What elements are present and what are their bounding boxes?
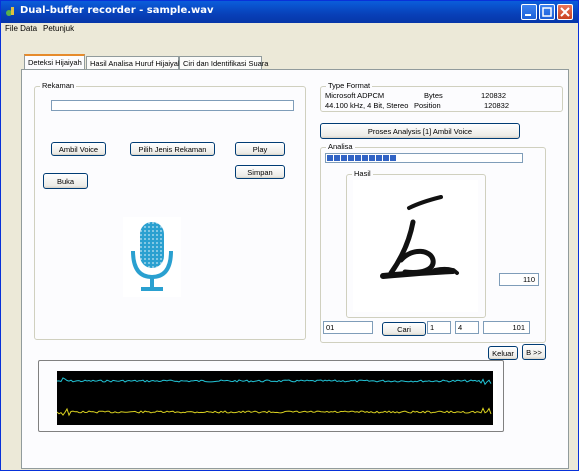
tab-hasil-analisa[interactable]: Hasil Analisa Huruf Hijaiyah xyxy=(86,56,182,69)
progress-block xyxy=(348,155,354,161)
cari-button[interactable]: Cari xyxy=(382,322,426,336)
proses-analysis-button[interactable]: Proses Analysis [1] Ambil Voice xyxy=(320,123,520,139)
progress-block xyxy=(376,155,382,161)
search-field-2[interactable]: 1 xyxy=(427,321,451,334)
progress-fill xyxy=(327,155,521,161)
format-codec: Microsoft ADPCM xyxy=(325,91,385,100)
microphone-icon xyxy=(131,222,173,291)
analisa-progress-bar xyxy=(325,153,523,163)
app-icon xyxy=(6,7,14,16)
pilih-jenis-rekaman-button[interactable]: Pilih Jenis Rekaman xyxy=(130,142,215,156)
progress-block xyxy=(390,155,396,161)
progress-block xyxy=(327,155,333,161)
close-icon xyxy=(560,7,570,17)
title-bar[interactable]: Dual-buffer recorder - sample.wav xyxy=(1,1,578,23)
hasil-image xyxy=(353,180,478,312)
progress-block xyxy=(362,155,368,161)
play-button[interactable]: Play xyxy=(235,142,285,156)
analisa-label: Analisa xyxy=(326,142,355,151)
type-format-label: Type Format xyxy=(326,81,373,90)
tab-deteksi-hijaiyah[interactable]: Deteksi Hijaiyah xyxy=(24,54,85,70)
maximize-button[interactable] xyxy=(539,4,555,20)
tab-panel: Rekaman Ambil Voice Pilih Jenis Rekaman … xyxy=(21,69,569,469)
bytes-label: Bytes xyxy=(424,91,443,100)
microphone-image xyxy=(123,217,181,297)
waveform-frame xyxy=(38,360,504,432)
ambil-voice-button[interactable]: Ambil Voice xyxy=(51,142,106,156)
menu-petunjuk[interactable]: Petunjuk xyxy=(43,24,74,33)
progress-block xyxy=(334,155,340,161)
minimize-button[interactable] xyxy=(521,4,537,20)
close-button[interactable] xyxy=(557,4,573,20)
window-title: Dual-buffer recorder - sample.wav xyxy=(20,5,214,16)
menu-bar: File Data Petunjuk xyxy=(1,23,578,36)
analisa-group: Analisa Hasil 110 xyxy=(320,142,546,343)
next-button[interactable]: B >> xyxy=(522,344,546,360)
search-field-1[interactable]: 01 xyxy=(323,321,373,334)
progress-block xyxy=(383,155,389,161)
search-field-4[interactable]: 101 xyxy=(483,321,530,334)
client-area: Deteksi Hijaiyah Hasil Analisa Huruf Hij… xyxy=(1,36,578,470)
position-label: Position xyxy=(414,101,441,110)
maximize-icon xyxy=(542,7,552,17)
format-rate: 44.100 kHz, 4 Bit, Stereo xyxy=(325,101,409,110)
keluar-button[interactable]: Keluar xyxy=(488,346,518,360)
tab-ciri-identifikasi[interactable]: Ciri dan Identifikasi Suara xyxy=(179,56,268,69)
simpan-button[interactable]: Simpan xyxy=(235,165,285,179)
progress-block xyxy=(369,155,375,161)
rekaman-field[interactable] xyxy=(51,100,294,111)
app-window: Dual-buffer recorder - sample.wav File D… xyxy=(0,0,579,471)
position-value: 120832 xyxy=(484,101,510,110)
waveform-display[interactable] xyxy=(57,371,497,425)
hasil-label: Hasil xyxy=(352,169,373,178)
arabic-letter-zha xyxy=(380,195,459,279)
rekaman-label: Rekaman xyxy=(40,81,77,90)
search-field-3[interactable]: 4 xyxy=(455,321,479,334)
menu-file-data[interactable]: File Data xyxy=(5,24,37,33)
minimize-icon xyxy=(525,14,531,16)
type-format-group: Type Format Microsoft ADPCM Bytes 120832… xyxy=(320,81,563,112)
bytes-value: 120832 xyxy=(481,91,507,100)
progress-block xyxy=(341,155,347,161)
hasil-group: Hasil xyxy=(346,169,486,318)
hasil-value-field[interactable]: 110 xyxy=(499,273,539,286)
progress-block xyxy=(355,155,361,161)
buka-button[interactable]: Buka xyxy=(43,173,88,189)
rekaman-group: Rekaman Ambil Voice Pilih Jenis Rekaman … xyxy=(34,81,306,340)
